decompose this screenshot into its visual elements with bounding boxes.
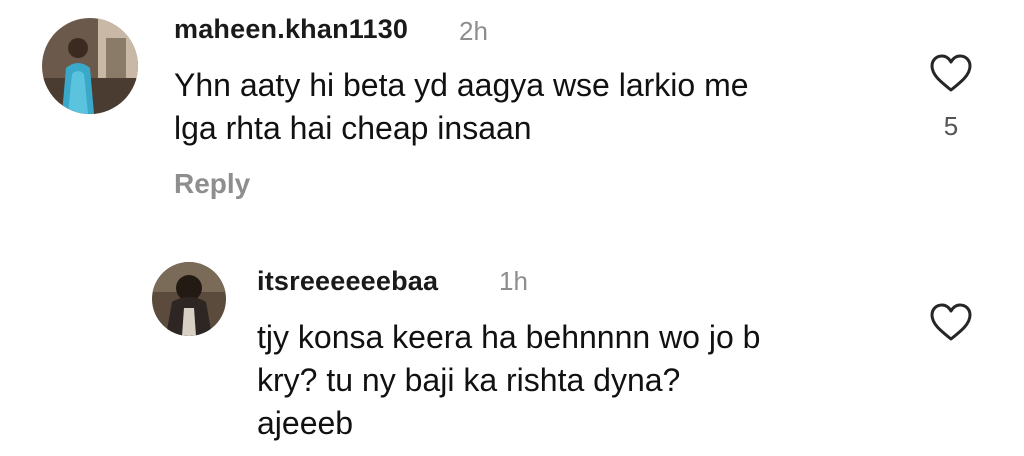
timestamp: 1h xyxy=(499,266,528,296)
avatar[interactable] xyxy=(152,262,226,336)
comment-text: tjy konsa keera ha behnnnn wo jo b kry? … xyxy=(257,319,761,441)
timestamp: 2h xyxy=(459,16,488,46)
like-count[interactable]: 5 xyxy=(929,111,973,142)
username[interactable]: maheen.khan1130 xyxy=(174,14,408,45)
reply-button[interactable]: Reply xyxy=(174,168,250,200)
heart-outline-icon[interactable] xyxy=(929,53,973,93)
comment-text: Yhn aaty hi beta yd aagya wse larkio me … xyxy=(174,67,749,146)
heart-outline-icon[interactable] xyxy=(929,302,973,342)
avatar[interactable] xyxy=(42,18,138,114)
username[interactable]: itsreeeeeebaa xyxy=(257,266,438,297)
